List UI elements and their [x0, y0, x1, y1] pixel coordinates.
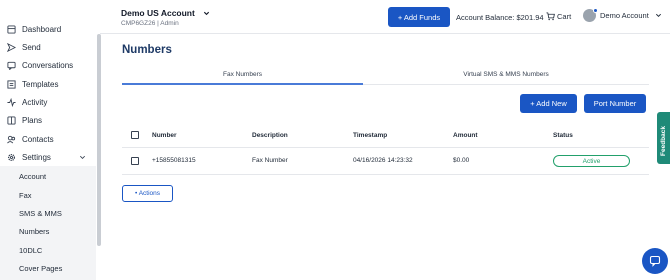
cell-description: Fax Number	[252, 157, 288, 164]
sidebar-item-activity[interactable]: Activity	[0, 93, 96, 111]
cell-timestamp: 04/16/2026 14:23:32	[353, 157, 413, 164]
sidebar-item-label: Dashboard	[22, 24, 62, 34]
sidebar-item-label: Contacts	[22, 134, 54, 144]
sidebar-item-label: Plans	[22, 115, 43, 125]
add-new-button[interactable]: + Add New	[520, 94, 577, 113]
gear-icon	[6, 152, 16, 162]
sidebar-item-plans[interactable]: Plans	[0, 111, 96, 129]
sidebar-item-label: Templates	[22, 79, 59, 89]
sidebar-item-label: Activity	[22, 97, 48, 107]
tab-fax-numbers[interactable]: Fax Numbers	[122, 64, 363, 84]
sidebar-item-contacts[interactable]: Contacts	[0, 130, 96, 148]
sidebar-subitem-10dlc[interactable]: 10DLC	[19, 241, 42, 259]
sidebar-subitem-account[interactable]: Account	[19, 167, 46, 185]
user-name: Demo Account	[600, 11, 649, 20]
app-root: Dashboard Send Conversations Templates A…	[0, 0, 670, 280]
feedback-label: Feedback	[660, 126, 667, 156]
column-header-timestamp: Timestamp	[353, 132, 388, 139]
sidebar-subitem-fax[interactable]: Fax	[19, 186, 32, 204]
sidebar: Dashboard Send Conversations Templates A…	[0, 0, 101, 280]
select-all-checkbox[interactable]	[131, 131, 139, 139]
account-balance: Account Balance: $201.94	[456, 13, 544, 22]
cell-amount: $0.00	[453, 157, 470, 164]
chat-icon	[649, 255, 661, 267]
settings-submenu: Account Fax SMS & MMS Numbers 10DLC Cove…	[0, 166, 96, 280]
row-checkbox[interactable]	[131, 157, 139, 165]
account-subtitle: CMP6GZ26 | Admin	[121, 20, 179, 27]
status-badge: Active	[553, 155, 630, 167]
activity-icon	[6, 97, 16, 107]
dashboard-icon	[6, 24, 16, 34]
header-row-divider	[122, 147, 649, 148]
sidebar-subitem-sms-mms[interactable]: SMS & MMS	[19, 204, 62, 222]
add-funds-button[interactable]: + Add Funds	[388, 7, 450, 27]
sidebar-item-label: Send	[22, 42, 41, 52]
page-title: Numbers	[122, 44, 172, 56]
port-number-button[interactable]: Port Number	[584, 94, 646, 113]
chat-button[interactable]	[642, 248, 668, 274]
sidebar-subitem-numbers[interactable]: Numbers	[19, 222, 49, 240]
sidebar-item-templates[interactable]: Templates	[0, 75, 96, 93]
contacts-icon	[6, 134, 16, 144]
sidebar-item-settings[interactable]: Settings	[0, 148, 96, 166]
templates-icon	[6, 79, 16, 89]
cell-number: +15855081315	[152, 157, 196, 164]
sidebar-item-label: Settings	[22, 152, 51, 162]
plans-icon	[6, 115, 16, 125]
feedback-tab[interactable]: Feedback	[657, 112, 670, 164]
actions-button[interactable]: • Actions	[122, 185, 173, 202]
column-header-description: Description	[252, 132, 288, 139]
notification-dot	[593, 8, 598, 13]
sidebar-item-conversations[interactable]: Conversations	[0, 56, 96, 74]
column-header-number: Number	[152, 132, 177, 139]
sidebar-subitem-cover-pages[interactable]: Cover Pages	[19, 259, 62, 277]
account-switcher[interactable]: Demo US Account CMP6GZ26 | Admin	[121, 8, 210, 27]
cart-icon	[546, 12, 555, 21]
tab-virtual-sms-mms-numbers[interactable]: Virtual SMS & MMS Numbers	[363, 64, 649, 84]
sidebar-item-label: Conversations	[22, 60, 74, 70]
account-name: Demo US Account	[121, 8, 210, 18]
column-header-status: Status	[553, 132, 573, 139]
sidebar-item-dashboard[interactable]: Dashboard	[0, 20, 96, 38]
column-header-amount: Amount	[453, 132, 478, 139]
avatar	[583, 8, 598, 22]
chevron-down-icon	[80, 155, 85, 159]
sidebar-scrollbar[interactable]	[97, 34, 101, 246]
chevron-down-icon	[655, 13, 661, 18]
send-icon	[6, 42, 16, 52]
chevron-down-icon	[203, 11, 209, 15]
active-tab-indicator	[122, 83, 363, 85]
cart-label: Cart	[557, 12, 572, 21]
user-menu[interactable]: Demo Account	[583, 8, 662, 22]
row-divider	[122, 174, 649, 175]
cart-link[interactable]: Cart	[546, 12, 571, 21]
header-divider	[100, 33, 670, 34]
conversations-icon	[6, 60, 16, 70]
sidebar-item-send[interactable]: Send	[0, 38, 96, 56]
